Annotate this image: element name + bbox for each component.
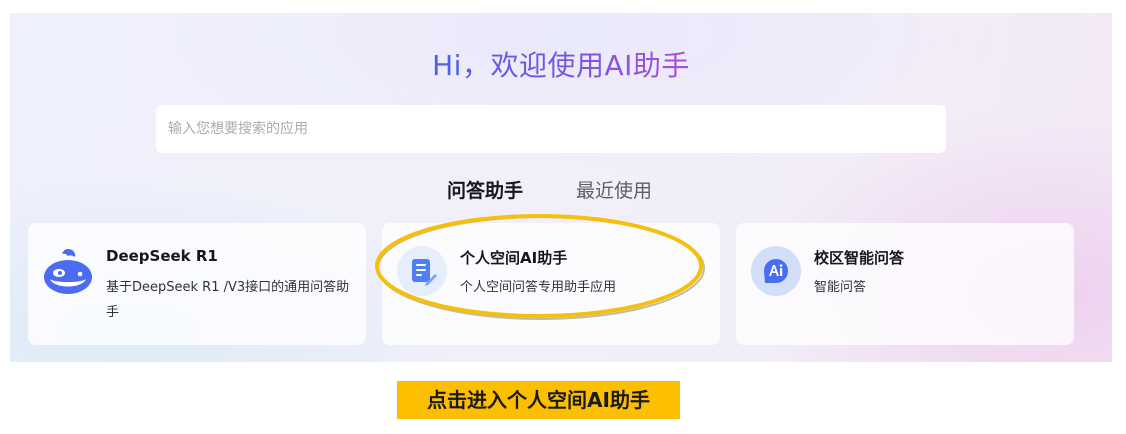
card-title: DeepSeek R1	[106, 247, 218, 265]
document-edit-icon	[396, 245, 448, 297]
tab-bar: 问答助手 最近使用	[10, 176, 1112, 206]
card-description: 智能问答	[814, 280, 867, 295]
page-title: Hi，欢迎使用AI助手	[432, 49, 690, 82]
search-input[interactable]	[156, 105, 946, 153]
app-card-campus-qa[interactable]: 校区智能问答 智能问答	[736, 223, 1074, 345]
card-description: 个人空间问答专用助手应用	[460, 280, 617, 295]
card-description: 基于DeepSeek R1 /V3接口的通用问答助手	[106, 280, 350, 320]
whale-icon	[42, 245, 94, 297]
tab-qa-assistant[interactable]: 问答助手	[447, 176, 523, 203]
tab-recent[interactable]: 最近使用	[576, 176, 652, 203]
app-card-deepseek[interactable]: DeepSeek R1 基于DeepSeek R1 /V3接口的通用问答助手	[28, 223, 366, 345]
instruction-caption: 点击进入个人空间AI助手	[397, 381, 680, 419]
ai-chat-icon	[750, 245, 802, 297]
app-card-personal-space[interactable]: 个人空间AI助手 个人空间问答专用助手应用	[382, 223, 720, 345]
app-panel: Hi，欢迎使用AI助手 问答助手 最近使用 DeepSeek R1 基于Deep…	[10, 13, 1112, 362]
card-title: 校区智能问答	[814, 249, 905, 267]
card-title: 个人空间AI助手	[460, 249, 568, 267]
